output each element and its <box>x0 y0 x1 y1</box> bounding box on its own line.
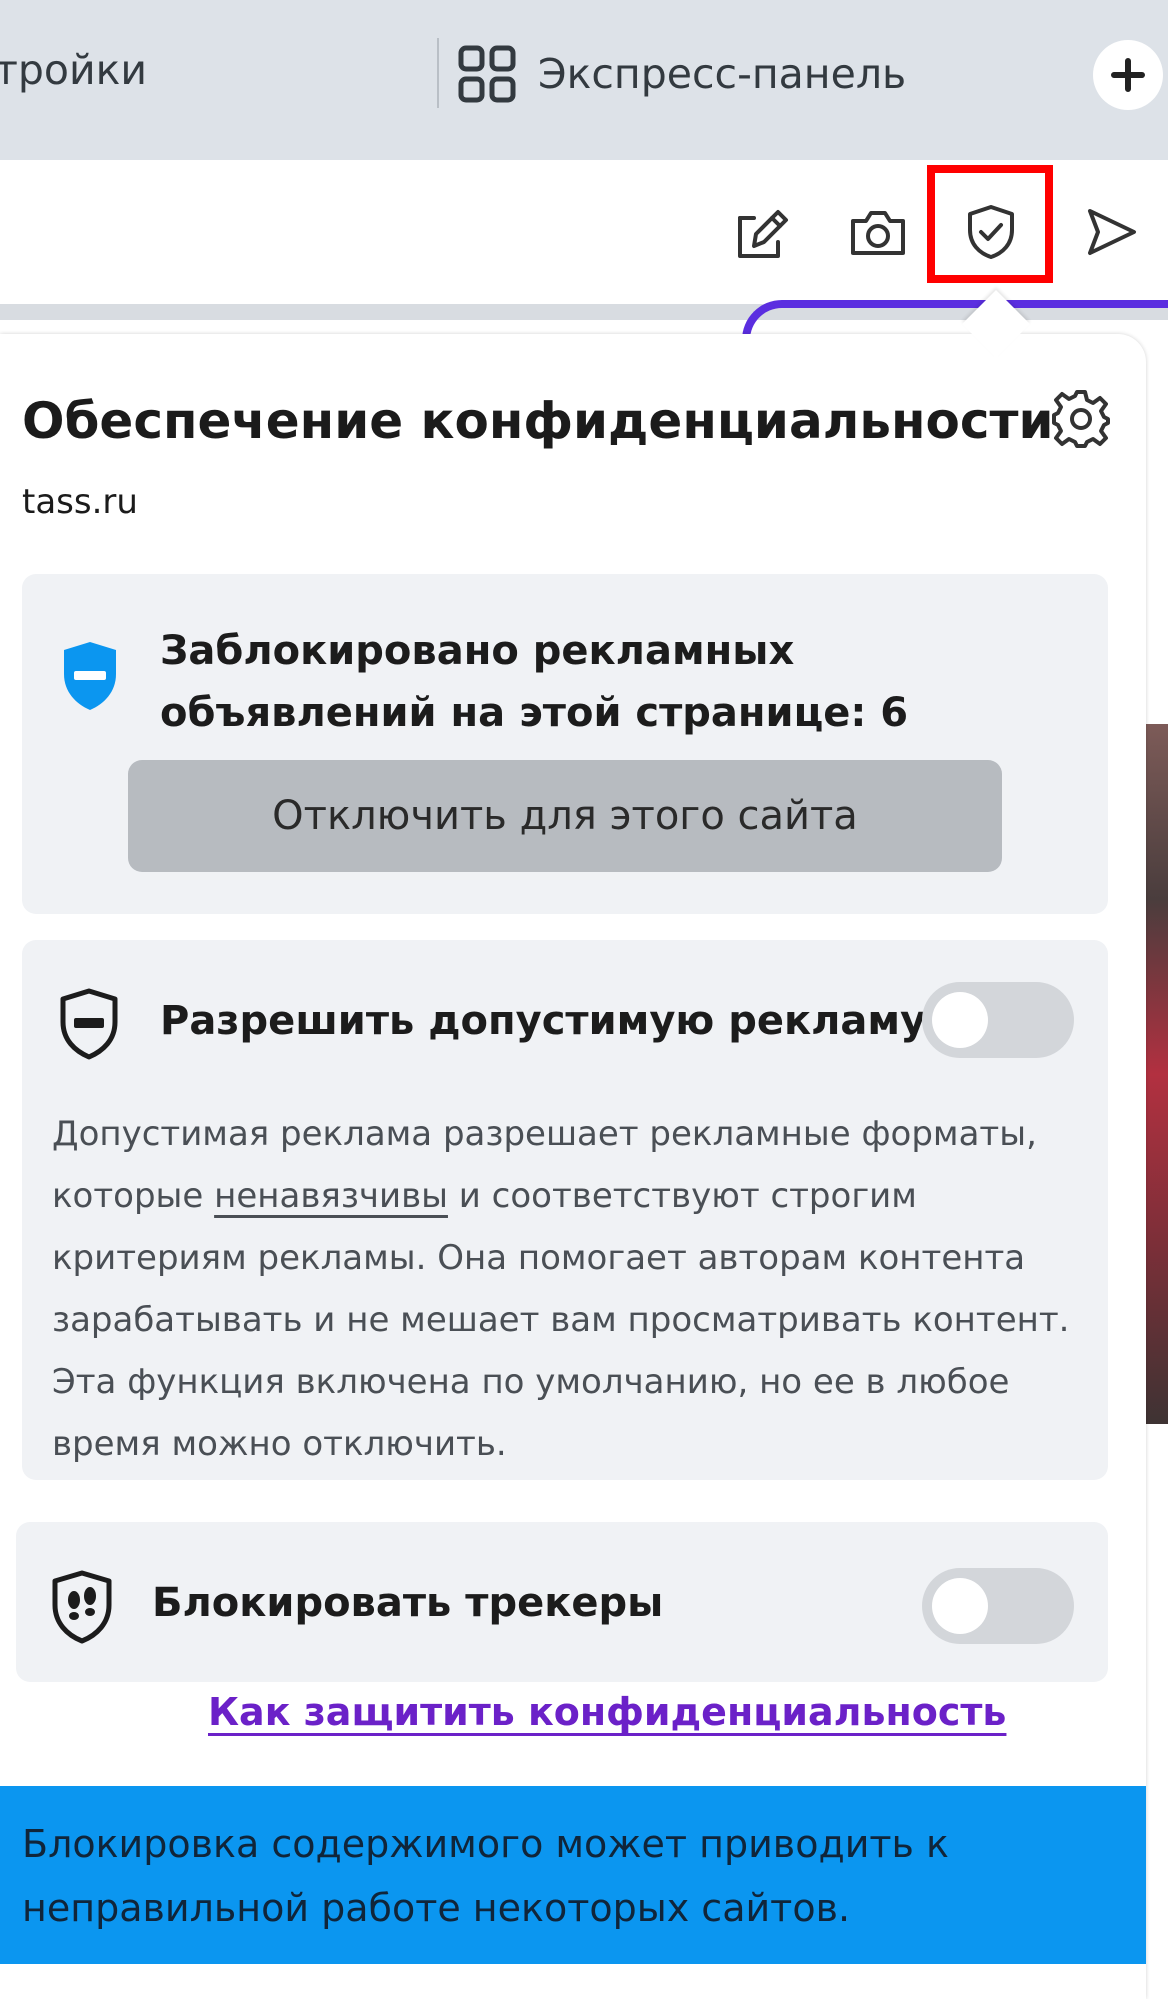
warning-text: Блокировка содержимого может приводить к… <box>22 1822 949 1930</box>
site-domain: tass.ru <box>22 482 138 522</box>
tab-speed-dial[interactable]: Экспресс-панель <box>458 44 906 104</box>
toggle-knob <box>932 992 988 1048</box>
camera-button[interactable] <box>848 202 908 262</box>
unobtrusive-link[interactable]: ненавязчивы <box>214 1176 448 1216</box>
shield-minus-icon <box>60 988 118 1060</box>
tab-settings[interactable]: тройки <box>0 46 147 94</box>
footprints-shield-icon <box>52 1570 112 1644</box>
camera-icon <box>851 211 905 255</box>
page-background-image <box>1144 724 1168 1424</box>
acceptable-ads-label: Разрешить допустимую рекламу <box>160 998 927 1044</box>
plus-icon <box>1111 58 1145 92</box>
blue-shield-icon <box>64 642 116 710</box>
highlight-box <box>927 165 1053 283</box>
settings-button[interactable] <box>1050 388 1112 450</box>
send-button[interactable] <box>1082 202 1142 262</box>
toggle-knob <box>932 1578 988 1634</box>
trackers-badge <box>50 1570 114 1644</box>
tab-speed-dial-label: Экспресс-панель <box>538 50 907 98</box>
gear-icon <box>1052 390 1110 448</box>
desc-text-2: и соответствуют строгим критериям реклам… <box>52 1176 1070 1464</box>
grid-icon <box>458 45 516 103</box>
edit-snapshot-icon <box>738 210 788 258</box>
acceptable-ads-toggle[interactable] <box>922 982 1074 1058</box>
acceptable-ads-description: Допустимая реклама разрешает рекламные ф… <box>52 1103 1082 1475</box>
privacy-help-link[interactable]: Как защитить конфиденциальность <box>208 1690 1006 1734</box>
adblock-status <box>60 640 120 712</box>
new-tab-button[interactable] <box>1093 40 1163 110</box>
acceptable-ads-badge <box>58 988 120 1060</box>
tab-divider <box>437 38 439 108</box>
popup-title: Обеспечение конфиденциальности <box>22 392 1054 450</box>
block-trackers-toggle[interactable] <box>922 1568 1074 1644</box>
snapshot-button[interactable] <box>734 202 794 262</box>
disable-for-site-button[interactable]: Отключить для этого сайта <box>128 760 1002 872</box>
block-trackers-label: Блокировать трекеры <box>152 1580 664 1626</box>
send-icon <box>1088 209 1136 255</box>
adblock-count-text: Заблокировано рекламных объявлений на эт… <box>160 628 909 736</box>
